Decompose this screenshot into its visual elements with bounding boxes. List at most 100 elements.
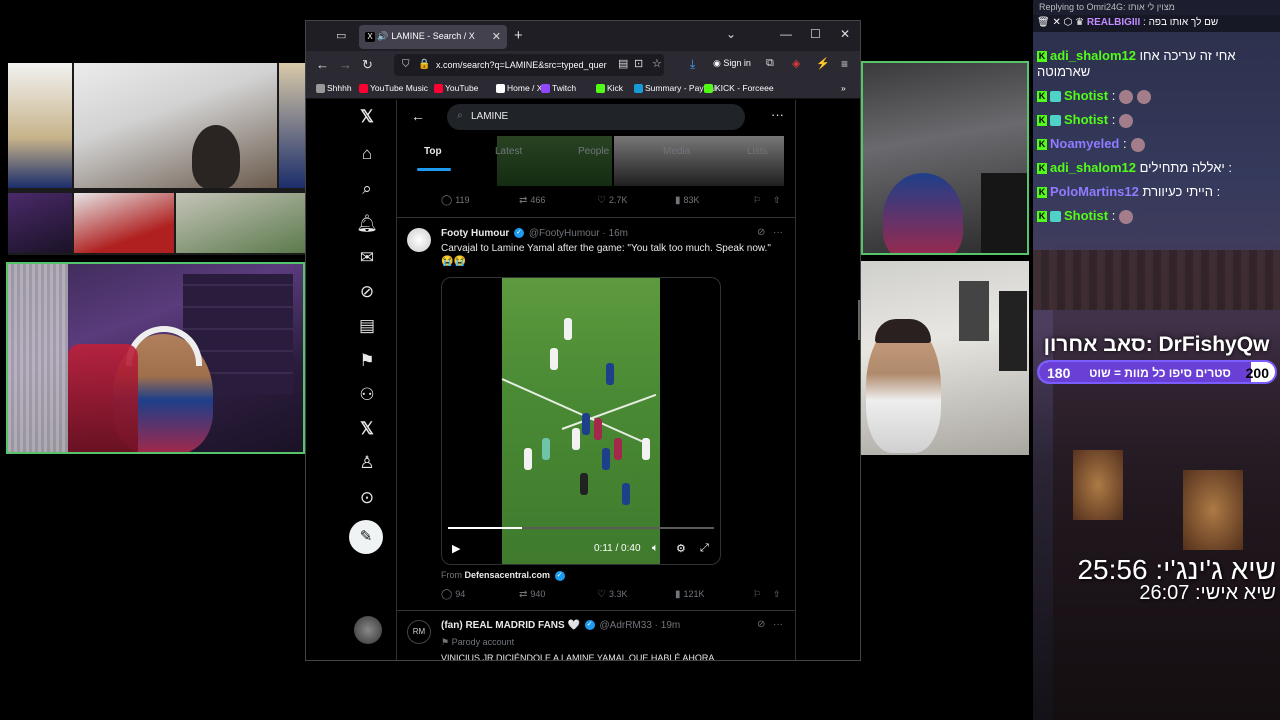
background-roof: [1033, 250, 1280, 310]
reply-button[interactable]: ◯ 119: [441, 195, 470, 206]
chat-username[interactable]: Shotist: [1064, 112, 1108, 127]
subscriber-badge-icon: [1050, 115, 1061, 127]
communities-icon[interactable]: ⚇: [356, 384, 378, 406]
views-button[interactable]: ▮ 83K: [675, 195, 700, 206]
tab-people[interactable]: People: [578, 146, 609, 157]
home-icon[interactable]: ⌂: [356, 143, 378, 165]
kick-badge-icon: K: [1037, 211, 1047, 223]
bookmark-item[interactable]: YouTube Music: [359, 83, 428, 94]
maximize-button[interactable]: ☐: [810, 27, 821, 41]
settings-gear-icon[interactable]: ⚙: [676, 542, 686, 555]
video-progress-bar[interactable]: [448, 527, 714, 529]
bookmark-item[interactable]: Twitch: [541, 83, 577, 94]
chat-username[interactable]: Noamyeled: [1050, 136, 1119, 151]
tab-overflow-chevron-icon[interactable]: ⌄: [726, 27, 736, 41]
more-options-icon[interactable]: ···: [771, 107, 784, 122]
more-options-icon[interactable]: ···: [773, 227, 783, 238]
chat-username[interactable]: Shotist: [1064, 208, 1108, 223]
menu-icon[interactable]: ≡: [841, 57, 848, 71]
tab-top[interactable]: Top: [424, 146, 442, 157]
more-options-icon[interactable]: ···: [773, 619, 783, 630]
back-arrow-icon[interactable]: ←: [411, 108, 425, 124]
post-button[interactable]: ✎: [349, 520, 383, 554]
chat-message: Kadi_shalom12 יאללה מתחילים :: [1033, 156, 1280, 180]
reader-view-icon[interactable]: ▤: [618, 57, 628, 70]
forward-arrow-icon[interactable]: →: [339, 57, 352, 72]
extension-icon[interactable]: ⚡: [816, 57, 830, 70]
player: [606, 363, 614, 385]
bookmark-star-icon[interactable]: ☆: [652, 57, 662, 70]
bookmark-label: Twitch: [552, 83, 577, 93]
chat-username[interactable]: adi_shalom12: [1050, 48, 1136, 63]
tab-lists[interactable]: Lists: [747, 146, 768, 157]
extensions-icon[interactable]: ⧉: [766, 57, 774, 70]
screenshot-icon[interactable]: ⊡: [634, 57, 643, 70]
tab-active[interactable]: X 🔊 LAMINE - Search / X ✕: [359, 25, 507, 49]
source-link[interactable]: Defensacentral.com: [465, 570, 551, 580]
repost-button[interactable]: ⇄ 466: [519, 195, 545, 206]
tab-latest[interactable]: Latest: [495, 146, 522, 157]
author-handle[interactable]: @AdrRM33 · 19m: [600, 620, 681, 631]
shield-icon[interactable]: ⛉: [402, 59, 410, 70]
scrollbar[interactable]: [858, 300, 860, 340]
lists-icon[interactable]: ▤: [356, 315, 378, 337]
reply-button[interactable]: ◯ 94: [441, 589, 465, 600]
grok-icon[interactable]: ⊘: [757, 227, 765, 238]
author-name[interactable]: Footy Humour: [441, 228, 509, 239]
author-name[interactable]: (fan) REAL MADRID FANS 🤍: [441, 620, 580, 631]
like-button[interactable]: ♡ 3.3K: [597, 589, 627, 600]
bookmark-icon[interactable]: ⚐: [753, 589, 761, 600]
share-icon[interactable]: ⇧: [773, 195, 781, 206]
profile-icon[interactable]: ♙: [356, 452, 378, 474]
search-input[interactable]: ⌕ LAMINE: [447, 104, 745, 130]
new-tab-button[interactable]: +: [514, 27, 523, 44]
bookmarks-icon[interactable]: ⚑: [356, 350, 378, 372]
premium-icon[interactable]: 𝕏: [356, 418, 378, 440]
play-icon[interactable]: ▶: [452, 542, 460, 555]
downloads-icon[interactable]: ⤓: [690, 57, 695, 72]
more-icon[interactable]: ⊙: [356, 487, 378, 509]
reload-icon[interactable]: ↻: [362, 57, 373, 73]
chat-top-message: 🗑 ✕ ⬡ ♛ REALBIGIII : שם לך אותו בפה: [1033, 15, 1280, 32]
avatar[interactable]: RM: [407, 620, 431, 644]
adblock-icon[interactable]: ◈: [792, 57, 800, 70]
bookmark-item[interactable]: YouTube: [434, 83, 478, 94]
chat-username[interactable]: adi_shalom12: [1050, 160, 1136, 175]
minimize-button[interactable]: —: [780, 27, 792, 41]
fullscreen-icon[interactable]: ⤢: [700, 542, 709, 555]
close-window-button[interactable]: ✕: [840, 27, 850, 41]
chat-username[interactable]: PoloMartins12: [1050, 184, 1139, 199]
back-arrow-icon[interactable]: ←: [316, 57, 329, 72]
speaker-icon[interactable]: 🔊: [377, 31, 388, 41]
tweet-actions: ◯ 119 ⇄ 466 ♡ 2.7K ▮ 83K ⚐ ⇧: [441, 195, 781, 211]
bookmark-item[interactable]: Home / X: [496, 83, 542, 94]
bookmark-icon[interactable]: ⚐: [753, 195, 761, 206]
close-tab-icon[interactable]: ✕: [492, 30, 501, 43]
views-button[interactable]: ▮ 121K: [675, 589, 705, 600]
tab-list-icon[interactable]: ▭: [336, 29, 350, 43]
search-icon[interactable]: ⌕: [356, 178, 378, 200]
grok-icon[interactable]: ⊘: [356, 281, 378, 303]
messages-icon[interactable]: ✉: [356, 247, 378, 269]
volume-icon[interactable]: 🔈︎: [652, 542, 659, 555]
bookmark-item[interactable]: Kick: [596, 83, 623, 94]
tab-media[interactable]: Media: [663, 146, 690, 157]
notifications-icon[interactable]: 🔔︎: [356, 213, 378, 235]
sign-in-button[interactable]: ◉ Sign in: [713, 58, 751, 69]
avatar[interactable]: [407, 228, 431, 252]
account-avatar[interactable]: [354, 616, 382, 644]
like-count: 3.3K: [608, 589, 628, 599]
like-button[interactable]: ♡ 2.7K: [597, 195, 627, 206]
bookmarks-overflow-icon[interactable]: »: [841, 83, 846, 93]
bookmark-item[interactable]: KICK - Forceee: [704, 83, 774, 94]
bookmark-item[interactable]: Shhhh: [316, 83, 352, 94]
grok-icon[interactable]: ⊘: [757, 619, 765, 630]
chat-username[interactable]: Shotist: [1064, 88, 1108, 103]
x-logo-icon[interactable]: 𝕏: [356, 106, 378, 128]
share-icon[interactable]: ⇧: [773, 589, 781, 600]
repost-button[interactable]: ⇄ 940: [519, 589, 545, 600]
lock-icon[interactable]: 🔒: [418, 59, 430, 70]
bookmark-label: YouTube Music: [370, 83, 428, 93]
author-handle[interactable]: @FootyHumour · 16m: [529, 228, 628, 239]
video-player[interactable]: ▶ 0:11 / 0:40 🔈︎ ⚙ ⤢: [441, 277, 721, 565]
